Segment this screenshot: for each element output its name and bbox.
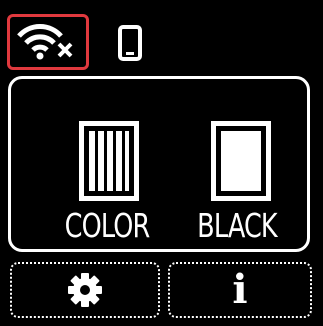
color-copy-button[interactable]: COLOR: [57, 115, 167, 243]
black-copy-label: BLACK: [197, 206, 277, 245]
black-document-icon: [211, 121, 271, 201]
black-copy-button[interactable]: BLACK: [177, 115, 297, 243]
printer-lcd-screen: COLOR BLACK i: [0, 0, 323, 326]
color-copy-label: COLOR: [64, 206, 151, 245]
color-document-icon: [79, 121, 139, 201]
copy-panel: COLOR BLACK: [8, 76, 310, 252]
info-button[interactable]: i: [168, 262, 312, 318]
settings-button[interactable]: [10, 262, 160, 318]
wireless-status-button[interactable]: [7, 14, 89, 70]
direct-connection-status[interactable]: [112, 18, 148, 68]
info-icon: i: [232, 266, 248, 313]
smartphone-icon: [118, 25, 142, 61]
wifi-disconnected-icon: [17, 24, 73, 60]
gear-icon: [68, 273, 102, 307]
